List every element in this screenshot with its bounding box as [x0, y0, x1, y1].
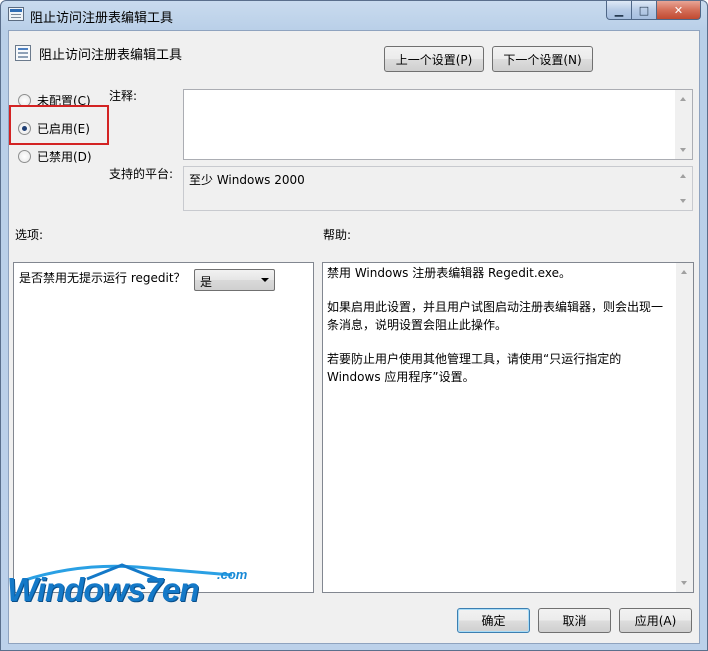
close-button[interactable]: ✕ — [657, 1, 701, 20]
help-scrollbar[interactable] — [676, 263, 693, 592]
help-paragraph: 若要防止用户使用其他管理工具，请使用“只运行指定的 Windows 应用程序”设… — [327, 352, 622, 384]
radio-disabled[interactable]: 已禁用(D) — [18, 148, 92, 165]
platform-scrollbar[interactable] — [675, 167, 692, 210]
ok-button[interactable]: 确定 — [457, 608, 530, 633]
policy-setting-icon — [15, 45, 31, 61]
options-label: 选项: — [15, 228, 44, 242]
platform-value: 至少 Windows 2000 — [189, 173, 305, 187]
caption-buttons: ▁ □ ✕ — [606, 1, 701, 20]
apply-button[interactable]: 应用(A) — [619, 608, 692, 633]
logo-domain: .com — [217, 567, 248, 582]
comment-label: 注释: — [109, 89, 138, 103]
scroll-up-icon[interactable] — [680, 174, 686, 178]
policy-name: 阻止访问注册表编辑工具 — [39, 48, 183, 63]
chevron-down-icon — [261, 278, 269, 282]
comment-scrollbar[interactable] — [675, 90, 692, 159]
dialog-client-area: 阻止访问注册表编辑工具 上一个设置(P) 下一个设置(N) 未配置(C) 已启用… — [8, 30, 700, 644]
select-value: 是 — [200, 275, 213, 289]
scroll-down-icon[interactable] — [680, 199, 686, 203]
help-paragraph: 禁用 Windows 注册表编辑器 Regedit.exe。 — [327, 266, 571, 280]
scroll-up-icon[interactable] — [680, 97, 686, 101]
windows7en-watermark-logo: Windows7en .com — [7, 561, 267, 613]
scroll-down-icon[interactable] — [681, 581, 687, 585]
help-label: 帮助: — [323, 228, 352, 242]
highlight-annotation — [9, 105, 109, 145]
next-setting-button[interactable]: 下一个设置(N) — [492, 46, 593, 72]
scroll-down-icon[interactable] — [680, 148, 686, 152]
cancel-button[interactable]: 取消 — [538, 608, 611, 633]
platform-label: 支持的平台: — [109, 167, 174, 181]
scroll-up-icon[interactable] — [681, 270, 687, 274]
policy-window-icon — [8, 7, 24, 21]
comment-field[interactable] — [183, 89, 693, 160]
radio-circle[interactable] — [18, 150, 31, 163]
window-title: 阻止访问注册表编辑工具 — [30, 11, 174, 26]
maximize-button[interactable]: □ — [632, 1, 657, 20]
dialog-window: 阻止访问注册表编辑工具 ▁ □ ✕ 阻止访问注册表编辑工具 上一个设置(P) 下… — [0, 0, 708, 651]
minimize-button[interactable]: ▁ — [606, 1, 632, 20]
help-text: 禁用 Windows 注册表编辑器 Regedit.exe。 如果启用此设置，并… — [327, 264, 672, 402]
disable-silent-regedit-select[interactable]: 是 — [194, 269, 275, 291]
options-panel: 是否禁用无提示运行 regedit？ 是 — [13, 262, 314, 593]
previous-setting-button[interactable]: 上一个设置(P) — [384, 46, 484, 72]
logo-text: Windows7en — [7, 571, 199, 608]
help-paragraph: 如果启用此设置，并且用户试图启动注册表编辑器，则会出现一条消息，说明设置会阻止此… — [327, 300, 664, 332]
help-panel: 禁用 Windows 注册表编辑器 Regedit.exe。 如果启用此设置，并… — [322, 262, 694, 593]
title-bar[interactable]: 阻止访问注册表编辑工具 ▁ □ ✕ — [1, 1, 707, 29]
radio-label: 已禁用(D) — [37, 150, 92, 164]
disable-silent-regedit-question: 是否禁用无提示运行 regedit？ — [19, 271, 186, 285]
platform-field: 至少 Windows 2000 — [183, 166, 693, 211]
